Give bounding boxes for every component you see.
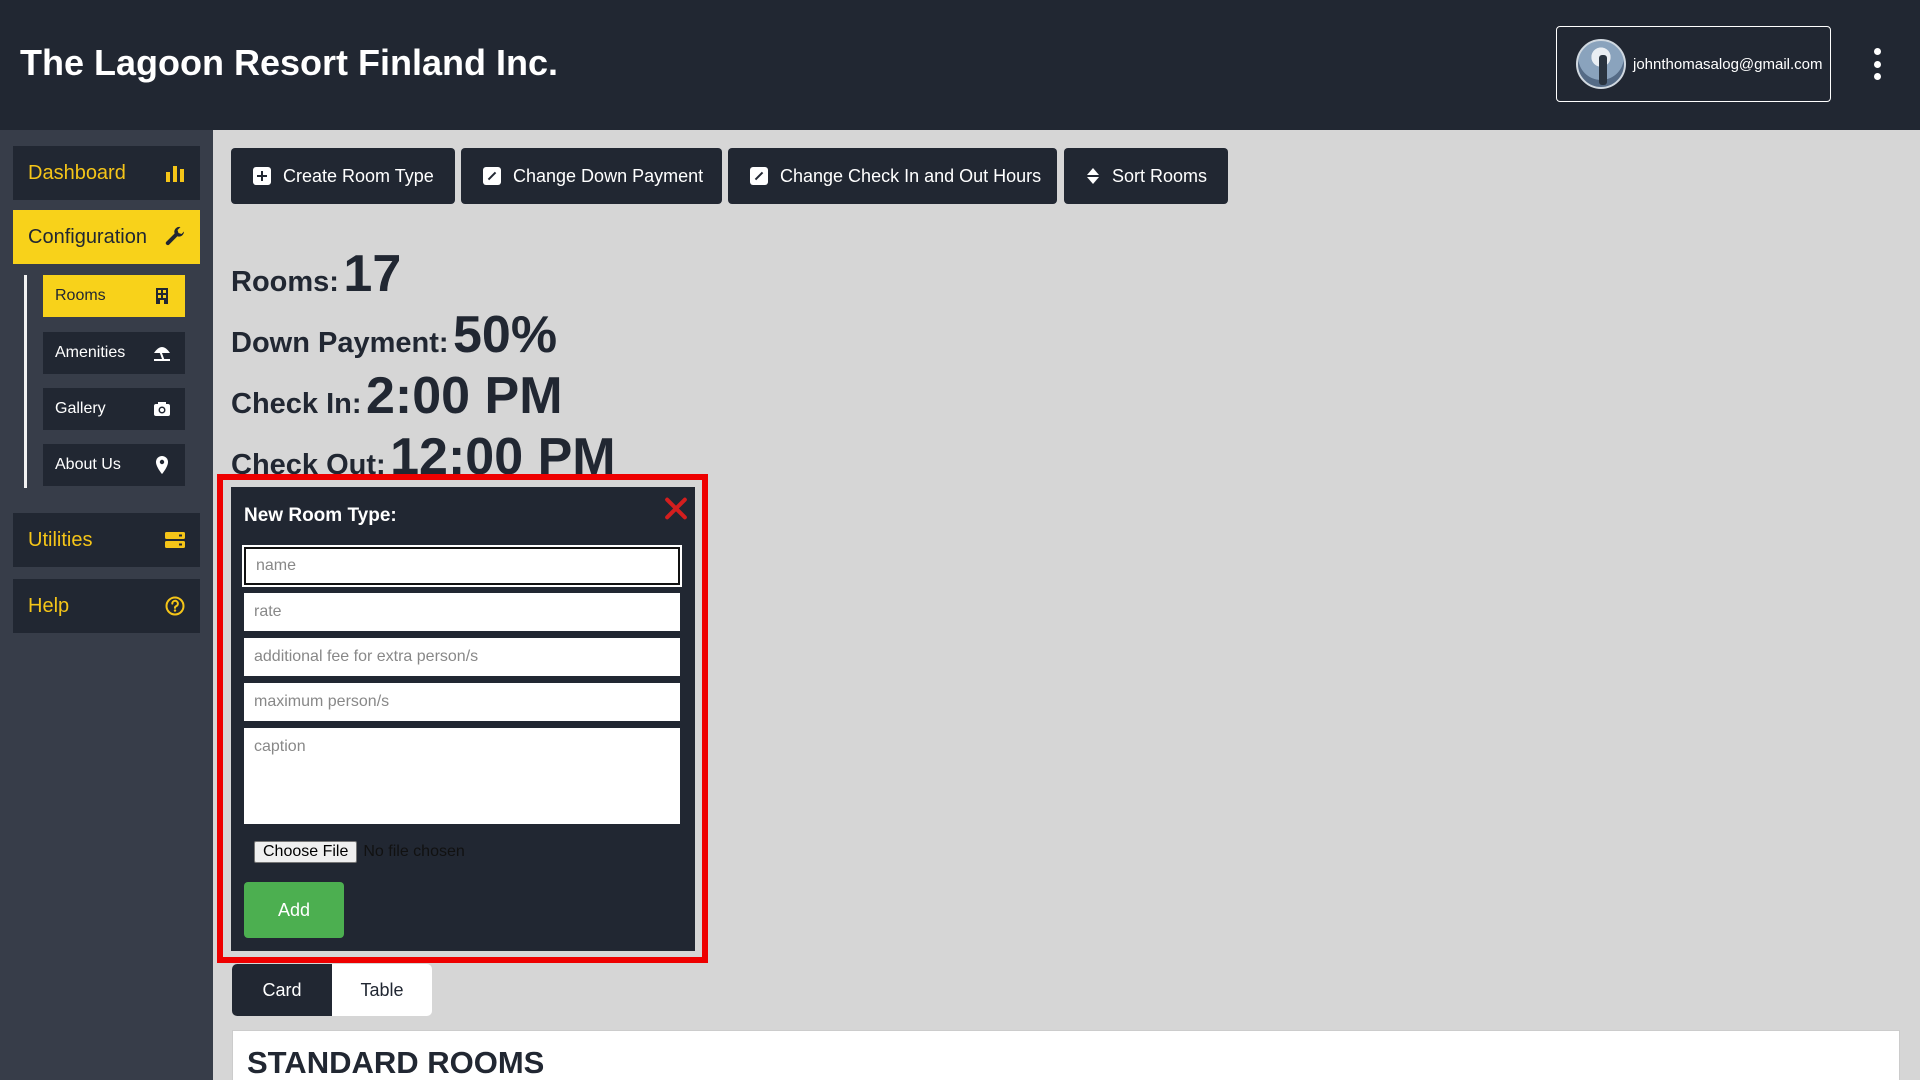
- create-room-type-button[interactable]: Create Room Type: [231, 148, 455, 204]
- card-view-tab[interactable]: Card: [232, 964, 332, 1016]
- form-title: New Room Type:: [244, 505, 397, 526]
- camera-icon: [151, 398, 173, 420]
- choose-file-button[interactable]: Choose File: [254, 841, 358, 863]
- sidebar-subitem-gallery[interactable]: Gallery: [43, 388, 185, 430]
- sort-icon: [1086, 168, 1100, 184]
- sidebar: Dashboard Configuration Rooms Amenities …: [0, 130, 213, 1080]
- sidebar-item-utilities[interactable]: Utilities: [13, 513, 200, 567]
- add-button[interactable]: Add: [244, 882, 344, 938]
- app-title: The Lagoon Resort Finland Inc.: [20, 42, 559, 83]
- check-in-stat: Check In: 2:00 PM: [231, 367, 563, 425]
- extra-fee-input[interactable]: [244, 638, 680, 676]
- kebab-menu-icon[interactable]: [1871, 48, 1883, 80]
- avatar: [1576, 39, 1626, 89]
- plus-square-icon: [253, 167, 271, 185]
- question-circle-icon: [164, 595, 186, 617]
- sidebar-subitem-about-us[interactable]: About Us: [43, 444, 185, 486]
- sidebar-item-configuration[interactable]: Configuration: [13, 210, 200, 264]
- close-icon[interactable]: [663, 495, 689, 521]
- sidebar-subitem-rooms[interactable]: Rooms: [43, 275, 185, 317]
- sidebar-subitem-label: Gallery: [55, 400, 106, 417]
- view-toggle: Card Table: [232, 964, 432, 1016]
- file-input: Choose File No file chosen: [254, 841, 465, 863]
- sidebar-item-label: Dashboard: [28, 161, 126, 184]
- sidebar-subitem-label: Rooms: [55, 287, 106, 304]
- rooms-section: STANDARD ROOMS: [232, 1030, 1900, 1080]
- sidebar-item-label: Configuration: [28, 225, 147, 248]
- sidebar-subitem-label: Amenities: [55, 344, 126, 361]
- sort-rooms-button[interactable]: Sort Rooms: [1064, 148, 1228, 204]
- umbrella-beach-icon: [151, 342, 173, 364]
- change-down-payment-button[interactable]: Change Down Payment: [461, 148, 722, 204]
- sidebar-subitem-amenities[interactable]: Amenities: [43, 332, 185, 374]
- rooms-section-heading: STANDARD ROOMS: [247, 1045, 545, 1080]
- map-pin-icon: [151, 454, 173, 476]
- sidebar-item-label: Help: [28, 594, 70, 617]
- file-status: No file chosen: [363, 843, 465, 860]
- building-icon: [151, 285, 173, 307]
- rate-input[interactable]: [244, 593, 680, 631]
- new-room-type-form: New Room Type: Choose File No file chose…: [231, 487, 695, 951]
- rooms-count-stat: Rooms: 17: [231, 245, 402, 303]
- user-account-box[interactable]: johnthomasalog@gmail.com: [1556, 26, 1831, 102]
- edit-square-icon: [483, 167, 501, 185]
- bar-chart-icon: [164, 162, 186, 184]
- sidebar-item-dashboard[interactable]: Dashboard: [13, 146, 200, 200]
- edit-square-icon: [750, 167, 768, 185]
- change-check-hours-button[interactable]: Change Check In and Out Hours: [728, 148, 1057, 204]
- sidebar-item-help[interactable]: Help: [13, 579, 200, 633]
- table-view-tab[interactable]: Table: [332, 964, 432, 1016]
- server-icon: [164, 529, 186, 551]
- name-input[interactable]: [242, 545, 682, 587]
- sidebar-item-label: Utilities: [28, 528, 93, 551]
- caption-textarea[interactable]: [244, 728, 680, 824]
- top-header: The Lagoon Resort Finland Inc. johnthoma…: [0, 0, 1920, 130]
- max-persons-input[interactable]: [244, 683, 680, 721]
- down-payment-stat: Down Payment: 50%: [231, 306, 558, 364]
- submenu-rail: [24, 275, 27, 488]
- sidebar-subitem-label: About Us: [55, 456, 121, 473]
- user-email: johnthomasalog@gmail.com: [1633, 55, 1823, 73]
- wrench-icon: [164, 226, 186, 248]
